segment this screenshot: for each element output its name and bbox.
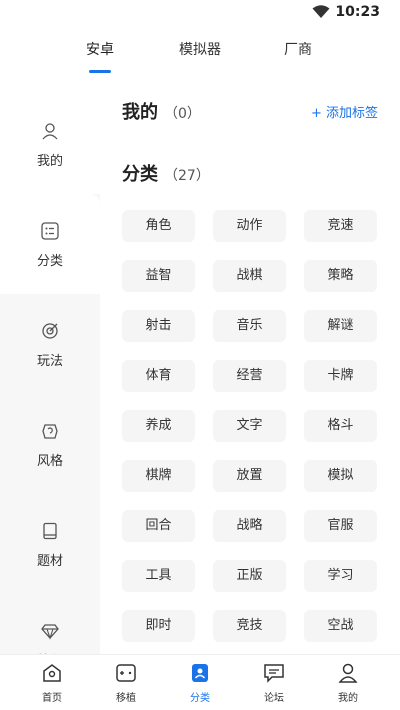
nav-label: 论坛 — [264, 693, 284, 704]
style-icon — [42, 424, 58, 439]
top-tabs: 安卓 模拟器 厂商 — [0, 38, 400, 78]
sidebar-item-theme[interactable]: 题材 — [0, 494, 100, 594]
sidebar-item-style[interactable]: 风格 — [0, 394, 100, 494]
category-tag[interactable]: 正版 — [213, 560, 286, 592]
category-tag[interactable]: 格斗 — [304, 410, 377, 442]
category-tag[interactable]: 模拟 — [304, 460, 377, 492]
active-tab-indicator — [89, 70, 111, 73]
category-tag[interactable]: 战棋 — [213, 260, 286, 292]
category-tag[interactable]: 养成 — [122, 410, 195, 442]
nav-port[interactable]: 移植 — [90, 655, 162, 710]
category-tag[interactable]: 解谜 — [304, 310, 377, 342]
nav-category[interactable]: 分类 — [164, 655, 236, 710]
category-tag[interactable]: 角色 — [122, 210, 195, 242]
sidebar-item-feature[interactable]: 特色 — [0, 594, 100, 654]
sidebar-item-label: 玩法 — [36, 354, 63, 369]
add-tag-button[interactable]: + 添加标签 — [311, 102, 378, 121]
category-tag[interactable]: 策略 — [304, 260, 377, 292]
nav-home[interactable]: 首页 — [16, 655, 88, 710]
wifi-icon — [312, 5, 330, 18]
category-tag[interactable]: 战略 — [213, 510, 286, 542]
tab-vendor[interactable]: 厂商 — [280, 38, 316, 78]
nav-forum[interactable]: 论坛 — [238, 655, 310, 710]
category-tag[interactable]: 放置 — [213, 460, 286, 492]
category-tag[interactable]: 棋牌 — [122, 460, 195, 492]
sidebar-item-mine[interactable]: 我的 — [0, 94, 100, 194]
gamepad-icon — [116, 664, 136, 682]
category-tag[interactable]: 竞技 — [213, 610, 286, 642]
category-tag[interactable]: 文字 — [213, 410, 286, 442]
sidebar-item-category[interactable]: 分类 — [0, 194, 100, 294]
section-count: （0） — [164, 106, 201, 122]
tab-label: 模拟器 — [179, 42, 221, 58]
sidebar: 我的 分类 玩法 风格 题材 — [0, 94, 100, 654]
tab-label: 安卓 — [86, 42, 114, 58]
diamond-icon — [41, 624, 59, 640]
category-tag[interactable]: 卡牌 — [304, 360, 377, 392]
tab-android[interactable]: 安卓 — [80, 38, 120, 78]
category-heading: 分类 （27） — [122, 160, 210, 186]
home-icon — [43, 664, 61, 682]
category-tag[interactable]: 音乐 — [213, 310, 286, 342]
book-icon — [43, 522, 57, 540]
user-icon — [42, 123, 58, 140]
category-tag[interactable]: 射击 — [122, 310, 195, 342]
tab-label: 厂商 — [284, 42, 312, 58]
category-tag[interactable]: 经营 — [213, 360, 286, 392]
category-tag[interactable]: 即时 — [122, 610, 195, 642]
category-tag[interactable]: 竞速 — [304, 210, 377, 242]
section-title: 我的 — [122, 102, 158, 123]
nav-label: 首页 — [42, 693, 62, 704]
section-title: 分类 — [122, 164, 158, 185]
my-tags-heading: 我的 （0） — [122, 98, 201, 124]
status-time: 10:23 — [335, 4, 380, 20]
category-tag[interactable]: 动作 — [213, 210, 286, 242]
section-count: （27） — [164, 168, 210, 184]
nav-label: 移植 — [116, 693, 136, 704]
main-content: 我的 （0） + 添加标签 分类 （27） 角色 动作 竞速益智 战棋 策略射击 音乐 解谜体育… — [100, 94, 400, 654]
sidebar-item-gameplay[interactable]: 玩法 — [0, 294, 100, 394]
nav-label: 分类 — [190, 693, 210, 704]
sidebar-item-label: 题材 — [36, 554, 63, 569]
gameplay-icon — [42, 323, 58, 339]
category-list-icon — [41, 222, 59, 240]
sidebar-item-label: 风格 — [36, 454, 63, 469]
tab-emulator[interactable]: 模拟器 — [174, 38, 226, 78]
category-tag[interactable]: 益智 — [122, 260, 195, 292]
category-icon — [192, 664, 208, 682]
category-tag[interactable]: 体育 — [122, 360, 195, 392]
nav-mine[interactable]: 我的 — [312, 655, 384, 710]
category-tag[interactable]: 空战 — [304, 610, 377, 642]
bottom-nav: 首页 移植 分类 论坛 我的 — [0, 654, 400, 710]
forum-icon — [264, 664, 284, 683]
status-bar: 10:23 — [0, 0, 400, 24]
nav-label: 我的 — [338, 693, 358, 704]
category-tag[interactable]: 回合 — [122, 510, 195, 542]
category-tag[interactable]: 学习 — [304, 560, 377, 592]
category-tag[interactable]: 工具 — [122, 560, 195, 592]
category-tag[interactable]: 官服 — [304, 510, 377, 542]
sidebar-item-label: 我的 — [36, 154, 63, 169]
profile-icon — [338, 663, 358, 683]
sidebar-item-label: 分类 — [36, 254, 63, 269]
